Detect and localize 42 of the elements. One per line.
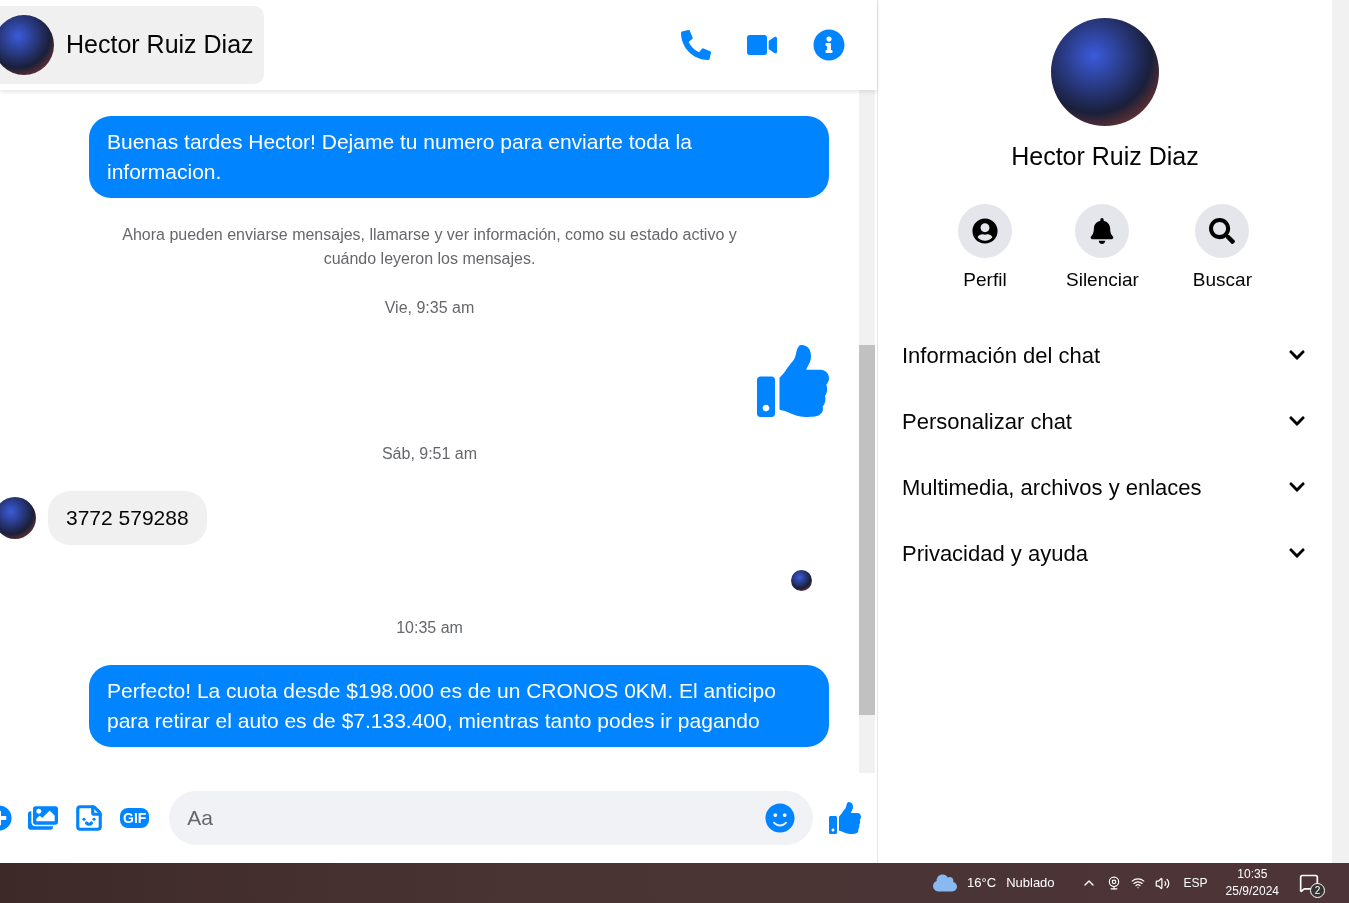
mute-icon xyxy=(1089,217,1116,244)
weather-condition[interactable]: Nublado xyxy=(1006,873,1055,893)
contact-avatar xyxy=(0,15,54,75)
section-header[interactable]: Personalizar chat xyxy=(878,388,1332,454)
image-icon[interactable] xyxy=(28,803,58,833)
gif-button[interactable]: GIF xyxy=(120,808,150,828)
thumbs-up-icon[interactable] xyxy=(829,802,861,834)
emoji-icon[interactable] xyxy=(765,803,795,833)
section-header[interactable]: Información del chat xyxy=(878,322,1332,388)
contact-avatar xyxy=(0,496,36,539)
language-indicator[interactable]: ESP xyxy=(1183,874,1208,892)
seen-avatar xyxy=(791,569,812,591)
action-button[interactable]: Silenciar xyxy=(1066,203,1139,294)
message-field[interactable]: Aa xyxy=(169,791,813,845)
profile-icon xyxy=(972,217,998,244)
contact-name: Hector Ruiz Diaz xyxy=(66,29,254,61)
sticker-icon[interactable] xyxy=(74,803,104,833)
thumbs-up-icon xyxy=(757,345,829,417)
section-header[interactable]: Multimedia, archivos y enlaces xyxy=(878,454,1332,520)
contact-header[interactable]: Hector Ruiz Diaz xyxy=(0,6,264,84)
notification-count: 2 xyxy=(1310,883,1325,898)
temperature[interactable]: 16°C xyxy=(967,873,997,893)
camera-icon[interactable] xyxy=(1106,876,1121,890)
contact-name: Hector Ruiz Diaz xyxy=(1011,141,1199,172)
scrollbar[interactable] xyxy=(859,90,875,773)
wifi-icon[interactable] xyxy=(1130,876,1145,890)
timestamp: Sáb, 9:51 am xyxy=(381,444,478,464)
info-icon[interactable] xyxy=(813,29,845,61)
section-header[interactable]: Privacidad y ayuda xyxy=(878,520,1332,586)
message-input[interactable]: Aa xyxy=(187,802,765,834)
phone-icon[interactable] xyxy=(681,30,711,60)
search-icon xyxy=(1209,217,1236,244)
sent-message: Buenas tardes Hector! Dejame tu numero para enviarte toda la informacion. xyxy=(89,116,829,198)
speaker-icon[interactable] xyxy=(1154,875,1170,891)
sent-message: Perfecto! La cuota desde $198.000 es de un CRONOS 0KM. El anticipo para retirar el auto es de $7.133.400, mientras tanto podes ir pagando xyxy=(89,664,829,747)
chat-notice: Ahora pueden enviarse mensajes, llamarse y ver información, como su estado activo y cuándo leyeron los mensajes. xyxy=(121,225,738,269)
timestamp: Vie, 9:35 am xyxy=(384,298,475,318)
timestamp: 10:35 am xyxy=(396,617,463,638)
scrollbar[interactable] xyxy=(1332,0,1349,863)
clock[interactable]: 10:35 25/9/2024 xyxy=(1225,866,1279,900)
notification-icon[interactable] xyxy=(1299,873,1319,893)
received-message: 3772 579288 xyxy=(48,491,207,545)
